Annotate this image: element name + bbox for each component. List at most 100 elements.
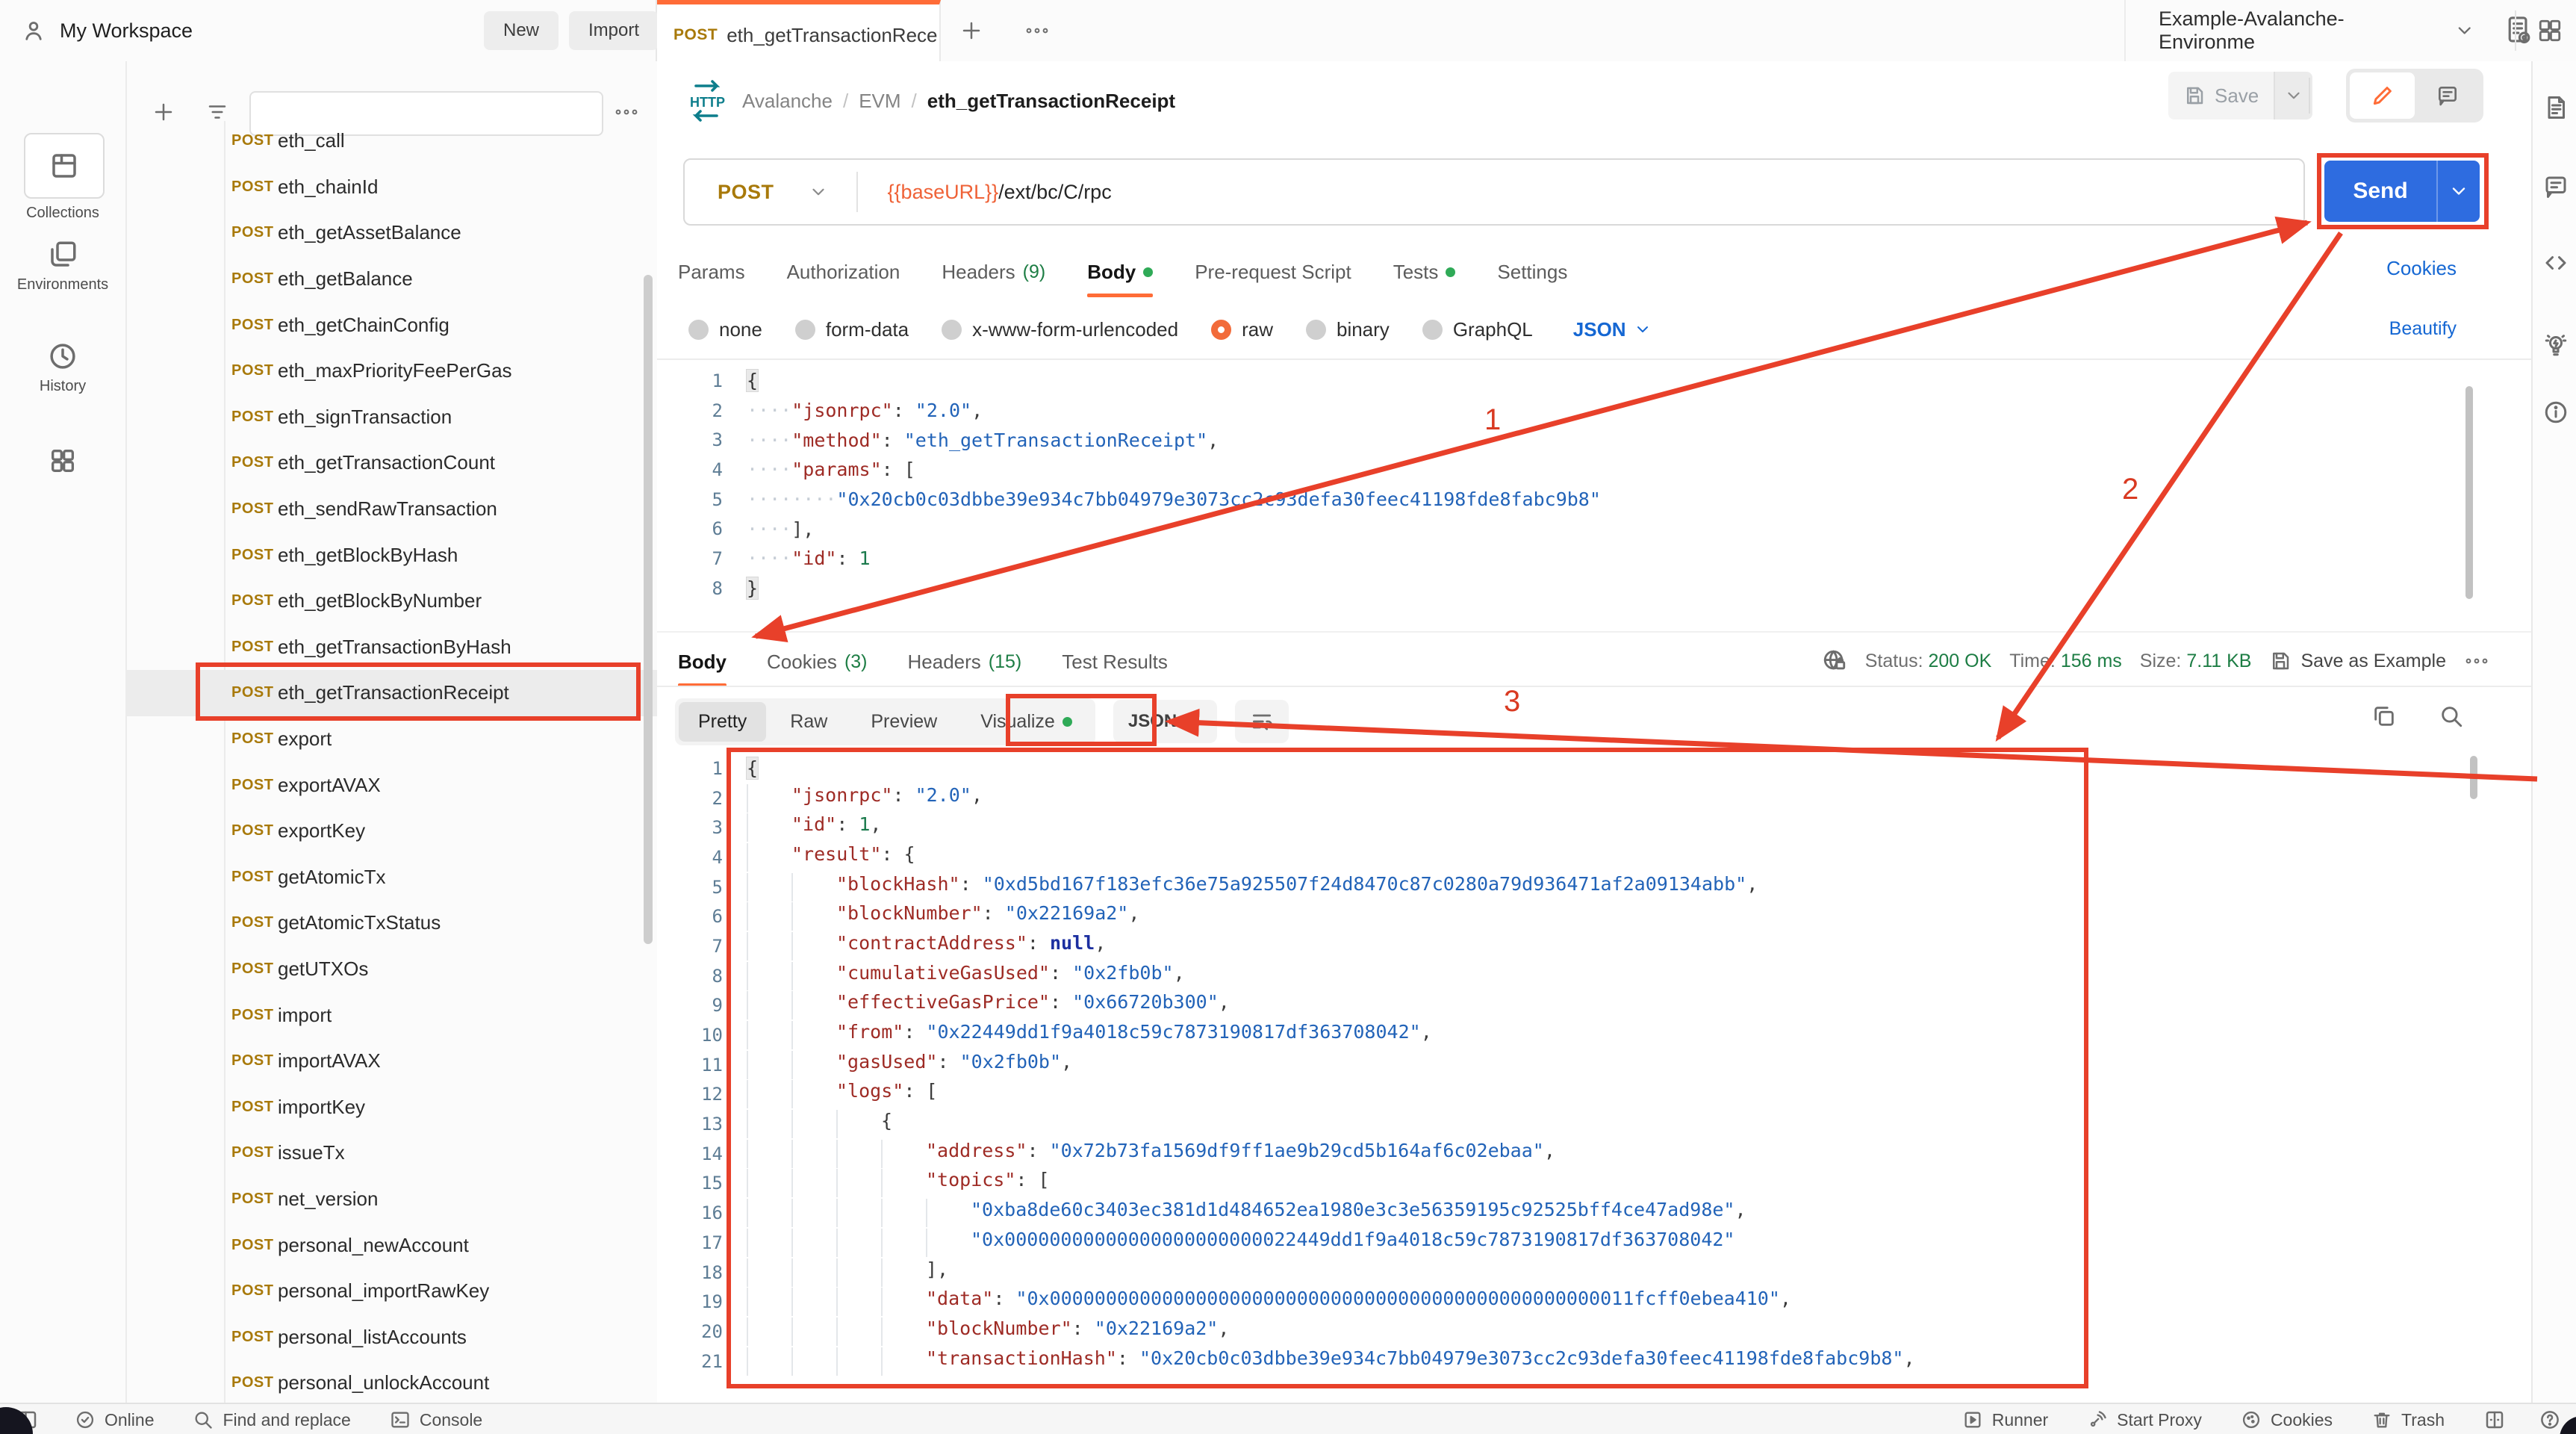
tab-headers[interactable]: Headers (15)	[908, 638, 1022, 686]
environment-quick-look-icon[interactable]	[2505, 15, 2533, 46]
beautify-link[interactable]: Beautify	[2389, 318, 2457, 340]
list-item-eth-sendrawtransaction[interactable]: POST eth_sendRawTransaction	[127, 486, 657, 533]
tab-body[interactable]: Body	[678, 638, 727, 687]
tab-tests[interactable]: Tests	[1393, 248, 1456, 296]
import-button[interactable]: Import	[569, 11, 659, 50]
save-button[interactable]: Save	[2168, 72, 2274, 120]
info-icon[interactable]	[2542, 399, 2569, 426]
list-item-exportkey[interactable]: POST exportKey	[127, 808, 657, 854]
response-splitter[interactable]	[657, 631, 2531, 633]
tab-options-icon[interactable]	[1024, 25, 1050, 36]
cookies-link[interactable]: Cookies	[2386, 257, 2457, 280]
list-item-personal-unlockaccount[interactable]: POST personal_unlockAccount	[127, 1360, 657, 1403]
request-tab[interactable]: POST eth_getTransactionRece	[657, 0, 941, 66]
response-scrollbar[interactable]	[2470, 756, 2477, 799]
code-snippet-icon[interactable]	[2542, 249, 2569, 276]
comments-button[interactable]	[2415, 72, 2480, 119]
list-item-eth-getchainconfig[interactable]: POST eth_getChainConfig	[127, 302, 657, 348]
url-input[interactable]: {{baseURL}}/ext/bc/C/rpc	[888, 181, 1112, 204]
new-tab-icon[interactable]	[960, 19, 983, 42]
list-item-import[interactable]: POST import	[127, 992, 657, 1038]
start-proxy-button[interactable]: Start Proxy	[2087, 1409, 2202, 1430]
tab-raw[interactable]: Raw	[771, 702, 847, 742]
request-editor-scrollbar[interactable]	[2465, 386, 2473, 599]
body-mode-binary[interactable]: binary	[1305, 318, 1390, 341]
tab-authorization[interactable]: Authorization	[787, 248, 900, 296]
help-icon[interactable]	[2539, 1409, 2561, 1431]
cookies-button[interactable]: Cookies	[2241, 1409, 2333, 1430]
copy-icon[interactable]	[2371, 704, 2397, 729]
sidebar-item-more[interactable]	[0, 446, 125, 476]
breadcrumb-folder[interactable]: EVM	[859, 90, 900, 113]
list-item-getatomictxstatus[interactable]: POST getAtomicTxStatus	[127, 900, 657, 946]
list-item-personal-listaccounts[interactable]: POST personal_listAccounts	[127, 1314, 657, 1360]
list-item-eth-signtransaction[interactable]: POST eth_signTransaction	[127, 394, 657, 441]
list-item-eth-getassetbalance[interactable]: POST eth_getAssetBalance	[127, 210, 657, 256]
request-code[interactable]: 1{2 ····"jsonrpc": "2.0", 3 ····"method": "…	[679, 366, 1601, 603]
find-and-replace[interactable]: Find and replace	[193, 1409, 351, 1430]
body-mode-graphql[interactable]: GraphQL	[1422, 318, 1533, 341]
list-item-export[interactable]: POST export	[127, 716, 657, 763]
sidebar-scrollbar[interactable]	[644, 275, 653, 944]
documentation-icon[interactable]	[2542, 94, 2569, 121]
workspace-title[interactable]: My Workspace	[60, 19, 193, 43]
tab-preview[interactable]: Preview	[851, 702, 956, 742]
size-value[interactable]: 7.11 KB	[2186, 651, 2251, 671]
body-mode-raw[interactable]: raw	[1211, 318, 1273, 341]
list-item-net-version[interactable]: POST net_version	[127, 1176, 657, 1223]
list-item-personal-importrawkey[interactable]: POST personal_importRawKey	[127, 1268, 657, 1314]
runner-button[interactable]: Runner	[1962, 1409, 2048, 1430]
edit-mode-button[interactable]	[2350, 72, 2415, 119]
sidebar-item-collections[interactable]	[24, 133, 105, 199]
environment-selector[interactable]: Example-Avalanche-Environme	[2124, 0, 2533, 61]
split-panel-icon[interactable]	[2483, 1409, 2506, 1431]
lightbulb-icon[interactable]	[2542, 332, 2569, 358]
tab-headers[interactable]: Headers (9)	[942, 248, 1045, 296]
network-globe-icon[interactable]	[1822, 648, 1847, 674]
more-options-icon[interactable]	[614, 107, 639, 117]
save-as-example-button[interactable]: Save as Example	[2269, 650, 2446, 672]
console-button[interactable]: Console	[390, 1409, 482, 1430]
save-options-button[interactable]	[2274, 72, 2313, 120]
list-item-exportavax[interactable]: POST exportAVAX	[127, 762, 657, 808]
list-item-eth-chainid[interactable]: POST eth_chainId	[127, 164, 657, 211]
list-item-eth-call[interactable]: POST eth_call	[127, 118, 657, 164]
tab-cookies[interactable]: Cookies (3)	[767, 638, 868, 686]
tab-pre-request-script[interactable]: Pre-request Script	[1195, 248, 1351, 296]
list-item-personal-newaccount[interactable]: POST personal_newAccount	[127, 1222, 657, 1268]
method-select[interactable]: POST	[718, 181, 774, 204]
sidebar-item-environments[interactable]: Environments	[0, 239, 125, 294]
new-button[interactable]: New	[484, 11, 559, 50]
comment-icon[interactable]	[2542, 173, 2569, 200]
tab-test-results[interactable]: Test Results	[1062, 638, 1168, 686]
list-item-eth-gettransactioncount[interactable]: POST eth_getTransactionCount	[127, 440, 657, 486]
list-item-eth-getblockbynumber[interactable]: POST eth_getBlockByNumber	[127, 578, 657, 624]
sidebar-item-history[interactable]: History	[0, 341, 125, 395]
list-item-issuetx[interactable]: POST issueTx	[127, 1130, 657, 1176]
wrap-lines-button[interactable]	[1235, 700, 1289, 743]
user-icon[interactable]	[21, 18, 46, 43]
search-icon[interactable]	[2439, 704, 2464, 729]
body-language-select[interactable]: JSON	[1573, 318, 1652, 341]
list-item-eth-getblockbyhash[interactable]: POST eth_getBlockByHash	[127, 532, 657, 578]
body-mode-none[interactable]: none	[688, 318, 762, 341]
body-mode-form-data[interactable]: form-data	[794, 318, 909, 341]
list-item-getatomictx[interactable]: POST getAtomicTx	[127, 854, 657, 901]
list-item-eth-getbalance[interactable]: POST eth_getBalance	[127, 256, 657, 302]
trash-button[interactable]: Trash	[2371, 1409, 2445, 1430]
list-item-eth-maxpriorityfeepergas[interactable]: POST eth_maxPriorityFeePerGas	[127, 348, 657, 394]
response-options-icon[interactable]	[2464, 656, 2489, 666]
breadcrumb-collection[interactable]: Avalanche	[742, 90, 833, 113]
body-mode-x-www-form-urlencoded[interactable]: x-www-form-urlencoded	[942, 318, 1178, 341]
workspace-panel-icon[interactable]	[2537, 18, 2563, 43]
time-value[interactable]: 156 ms	[2061, 651, 2122, 671]
online-status[interactable]: Online	[75, 1409, 154, 1430]
tab-body[interactable]: Body	[1087, 248, 1154, 297]
list-item-importavax[interactable]: POST importAVAX	[127, 1038, 657, 1084]
list-item-getutxos[interactable]: POST getUTXOs	[127, 946, 657, 993]
status-value[interactable]: 200 OK	[1929, 651, 1992, 671]
tab-settings[interactable]: Settings	[1497, 248, 1567, 296]
tab-params[interactable]: Params	[678, 248, 745, 296]
list-item-importkey[interactable]: POST importKey	[127, 1084, 657, 1130]
tab-pretty[interactable]: Pretty	[679, 701, 767, 742]
